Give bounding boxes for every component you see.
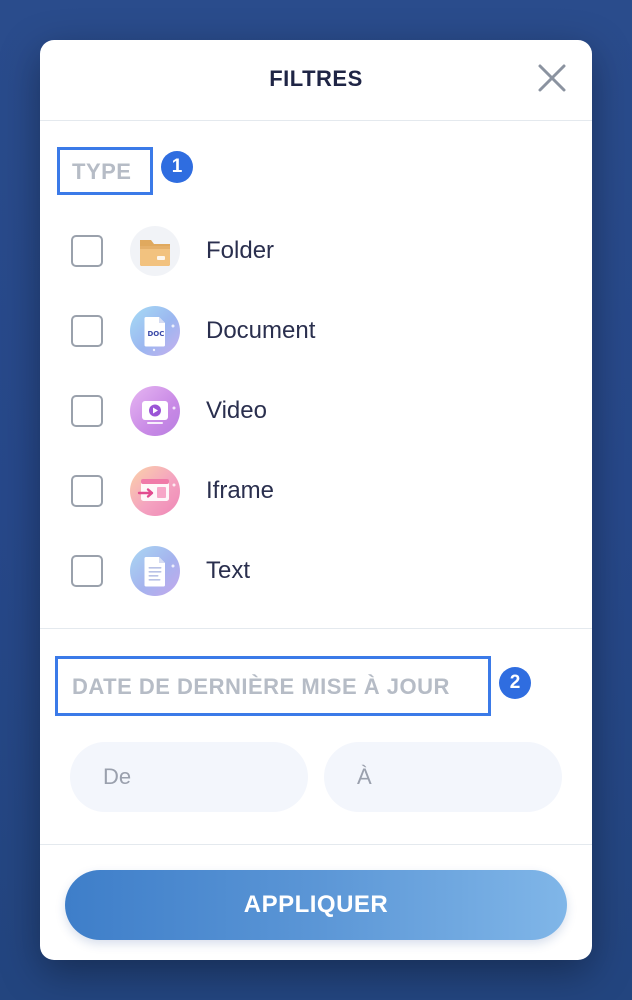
text-icon xyxy=(130,546,180,596)
modal-title: FILTRES xyxy=(269,66,363,91)
folder-label: Folder xyxy=(206,237,275,264)
folder-checkbox[interactable] xyxy=(71,235,103,267)
iframe-label: Iframe xyxy=(206,477,275,504)
document-checkbox[interactable] xyxy=(71,315,103,347)
filters-modal: FILTRES TYPE 1 Folder DOC Document Video… xyxy=(40,40,592,960)
svg-text:DOC: DOC xyxy=(148,330,165,338)
document-icon: DOC xyxy=(130,306,180,356)
text-checkbox[interactable] xyxy=(71,555,103,587)
type-option-text[interactable]: Text xyxy=(70,546,550,596)
section-divider-2 xyxy=(40,844,592,845)
type-option-document[interactable]: DOC Document xyxy=(70,306,550,356)
close-icon[interactable] xyxy=(536,62,568,94)
date-to-input[interactable] xyxy=(324,742,562,812)
document-label: Document xyxy=(206,317,316,344)
folder-icon xyxy=(130,226,180,276)
annotation-badge-2: 2 xyxy=(499,667,531,699)
text-label: Text xyxy=(206,557,251,584)
video-icon xyxy=(130,386,180,436)
modal-header: FILTRES xyxy=(40,40,592,121)
type-option-folder[interactable]: Folder xyxy=(70,226,550,276)
video-checkbox[interactable] xyxy=(71,395,103,427)
section-divider-1 xyxy=(40,628,592,629)
iframe-checkbox[interactable] xyxy=(71,475,103,507)
video-label: Video xyxy=(206,397,267,424)
date-from-input[interactable] xyxy=(70,742,308,812)
apply-button[interactable]: APPLIQUER xyxy=(65,870,567,940)
type-option-iframe[interactable]: Iframe xyxy=(70,466,550,516)
iframe-icon xyxy=(130,466,180,516)
type-section-label: TYPE xyxy=(72,159,132,184)
annotation-badge-1: 1 xyxy=(161,151,193,183)
date-section-label: DATE DE DERNIÈRE MISE À JOUR xyxy=(72,674,450,699)
type-option-video[interactable]: Video xyxy=(70,386,550,436)
